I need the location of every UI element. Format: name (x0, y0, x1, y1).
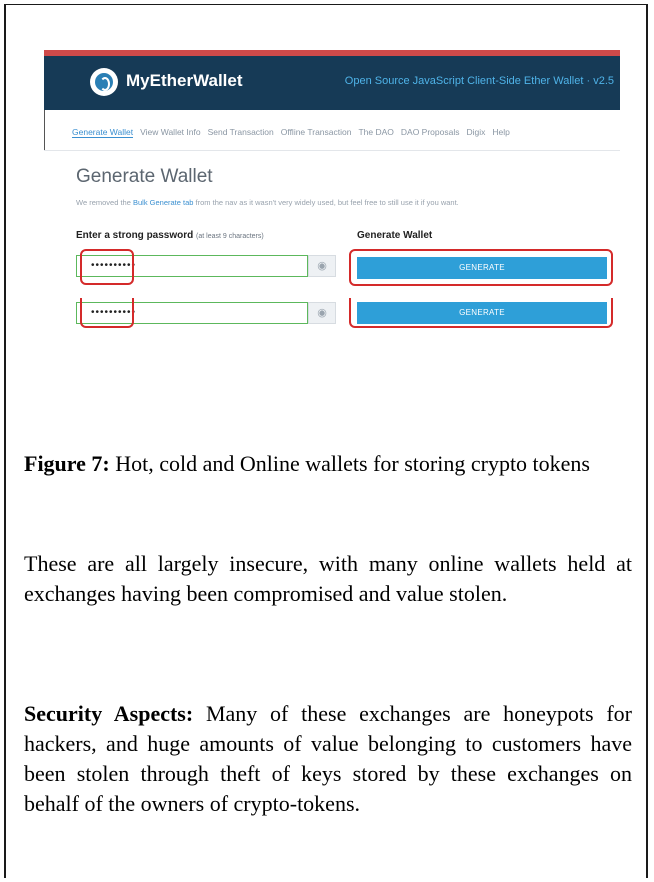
figure-caption-text: Hot, cold and Online wallets for storing… (109, 451, 590, 476)
nav-generate-wallet[interactable]: Generate Wallet (72, 127, 134, 138)
show-password-eye-icon-zoom[interactable]: ◉ (308, 302, 336, 324)
paragraph-insecure: These are all largely insecure, with man… (24, 551, 632, 606)
nav-digix[interactable]: Digix (467, 127, 486, 138)
notice-suffix: from the nav as it wasn't very widely us… (193, 198, 459, 207)
app-tagline: Open Source JavaScript Client-Side Ether… (344, 75, 614, 87)
figure-label: Figure 7: (24, 451, 110, 476)
wallet-screenshot: MyEtherWallet Open Source JavaScript Cli… (44, 50, 620, 340)
figure-caption: Figure 7: Hot, cold and Online wallets f… (24, 449, 632, 479)
security-aspects-label: Security Aspects: (24, 701, 194, 726)
nav-dao-proposals[interactable]: DAO Proposals (401, 127, 460, 138)
notice-text: We removed the Bulk Generate tab from th… (76, 198, 459, 207)
show-password-eye-icon[interactable]: ◉ (308, 255, 336, 277)
password-highlight (80, 249, 134, 285)
nav-send-transaction[interactable]: Send Transaction (208, 127, 274, 138)
nav-offline-transaction[interactable]: Offline Transaction (281, 127, 352, 138)
nav-help[interactable]: Help (492, 127, 509, 138)
page-title: Generate Wallet (76, 166, 213, 187)
bulk-generate-link[interactable]: Bulk Generate tab (133, 198, 193, 207)
password-hint: (at least 9 characters) (196, 233, 264, 240)
generate-highlight-zoom (349, 298, 613, 328)
nav-rule (44, 150, 620, 151)
main-nav: Generate Wallet View Wallet Info Send Tr… (72, 127, 510, 138)
nav-view-wallet-info[interactable]: View Wallet Info (140, 127, 200, 138)
notice-prefix: We removed the (76, 198, 133, 207)
myetherwallet-logo-icon[interactable] (90, 68, 118, 96)
generate-highlight (349, 249, 613, 286)
password-label-text: Enter a strong password (76, 230, 194, 241)
generate-wallet-label: Generate Wallet (357, 230, 433, 241)
nav-the-dao[interactable]: The DAO (358, 127, 393, 138)
app-header: MyEtherWallet Open Source JavaScript Cli… (44, 56, 620, 110)
paragraph-security-aspects: Security Aspects: Many of these exchange… (24, 699, 632, 819)
password-label: Enter a strong password (at least 9 char… (76, 230, 264, 241)
brand-name[interactable]: MyEtherWallet (126, 71, 243, 91)
password-highlight-zoom (80, 298, 134, 328)
nav-divider (44, 110, 45, 150)
